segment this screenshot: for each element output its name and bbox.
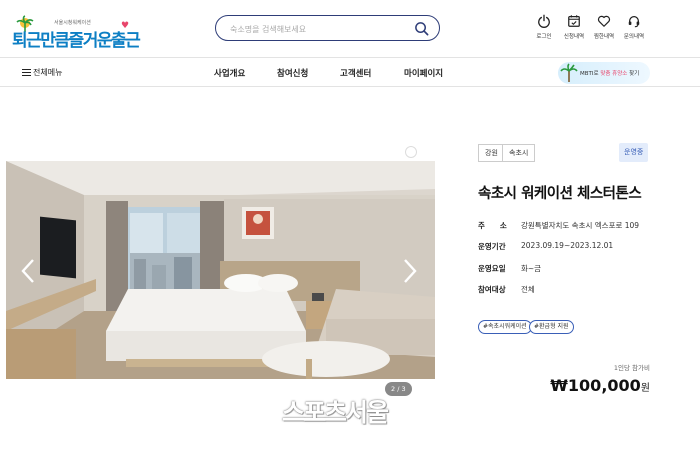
room-photo	[6, 161, 435, 379]
wishlist-label: 찜한내역	[593, 34, 615, 40]
address-value: 강원특별자치도 속초시 엑스포로 109	[521, 221, 640, 230]
applications-label: 신청내역	[563, 34, 585, 40]
hotel-room-image	[6, 161, 435, 379]
inquiries-label: 문의내역	[623, 34, 645, 40]
power-icon	[538, 14, 550, 28]
region-tag: 강원	[478, 144, 505, 162]
hashtag-refund[interactable]: #환급형 지원	[529, 320, 574, 334]
image-counter: 2 / 3	[385, 382, 412, 396]
heart-logo-icon: ♥	[121, 21, 130, 31]
mbti-highlight: 맞춤 휴양소	[600, 71, 628, 77]
nav-item-support[interactable]: 고객센터	[340, 67, 371, 79]
watermark-text: 스포츠서울	[282, 398, 389, 427]
logo-subtitle: 서울시청워케이션	[54, 20, 91, 26]
target-value: 전체	[521, 285, 535, 294]
search-icon[interactable]	[414, 21, 429, 36]
headset-icon	[628, 16, 640, 28]
status-badge: 운영중	[619, 143, 649, 162]
search-bar	[215, 15, 440, 41]
calendar-check-icon	[568, 15, 580, 27]
price-value: ₩100,000원	[550, 376, 650, 395]
site-logo[interactable]: 서울시청워케이션 퇴근만큼즐거운출근 ♥	[6, 9, 141, 51]
price-label: 1인당 참가비	[613, 364, 650, 372]
days-value: 화~금	[521, 264, 542, 273]
period-label: 운영기간	[478, 242, 506, 251]
mbti-prefix: MBTI로	[580, 71, 599, 77]
prev-image-arrow-icon[interactable]	[18, 257, 40, 285]
hamburger-icon	[22, 69, 31, 76]
page: 서울시청워케이션 퇴근만큼즐거운출근 ♥ 로그인	[0, 0, 700, 455]
target-label: 참여대상	[478, 285, 506, 294]
next-image-arrow-icon[interactable]	[398, 257, 420, 285]
nav-item-overview[interactable]: 사업개요	[214, 67, 245, 79]
login-button[interactable]: 로그인	[528, 14, 560, 40]
accommodation-title: 속초시 워케이션 체스터톤스	[478, 186, 642, 202]
palm-tree-icon	[560, 63, 578, 82]
days-label: 운영요일	[478, 264, 506, 273]
city-tag: 속초시	[502, 144, 536, 162]
period-value: 2023.09.19~2023.12.01	[521, 241, 614, 250]
mbti-banner[interactable]: MBTI로 맞춤 휴양소 찾기	[558, 62, 650, 84]
all-menu-label: 전체메뉴	[33, 68, 63, 77]
search-input[interactable]	[230, 21, 410, 37]
applications-button[interactable]: 신청내역	[558, 14, 590, 40]
address-label: 주 소	[478, 221, 507, 230]
main-nav: 전체메뉴 사업개요 참여신청 고객센터 마이페이지 MBTI로 맞춤 휴양소 찾…	[0, 57, 700, 87]
header: 서울시청워케이션 퇴근만큼즐거운출근 ♥ 로그인	[0, 0, 700, 56]
mbti-suffix: 찾기	[629, 71, 640, 77]
price-amount: ₩100,000	[550, 376, 641, 395]
nav-item-apply[interactable]: 참여신청	[277, 67, 308, 79]
inquiries-button[interactable]: 문의내역	[618, 14, 650, 40]
login-label: 로그인	[536, 34, 552, 40]
gallery-indicator-dot	[405, 146, 417, 158]
hashtag-workation[interactable]: #속초시워케이션	[478, 320, 532, 334]
heart-icon	[597, 15, 611, 27]
wishlist-button[interactable]: 찜한내역	[588, 14, 620, 40]
nav-item-mypage[interactable]: 마이페이지	[404, 67, 443, 79]
all-menu-button[interactable]: 전체메뉴	[22, 67, 62, 78]
mbti-text: MBTI로 맞춤 휴양소 찾기	[580, 69, 639, 77]
price-unit: 원	[640, 383, 650, 394]
